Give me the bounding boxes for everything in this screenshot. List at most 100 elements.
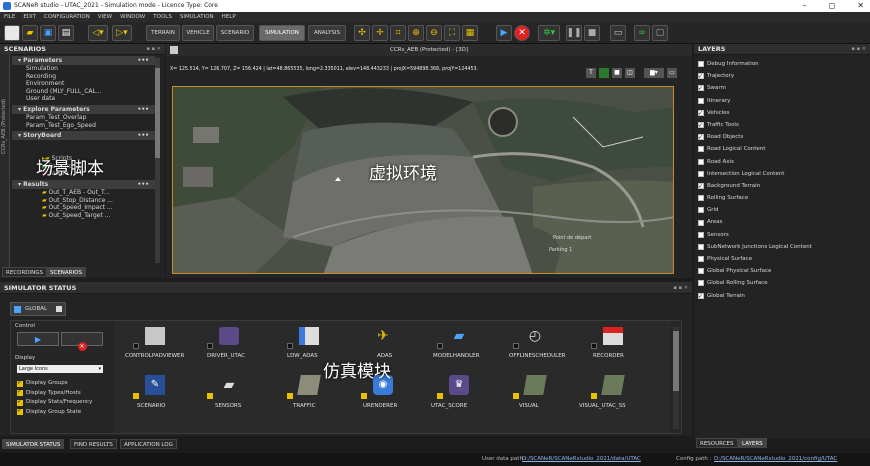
- menu-view[interactable]: VIEW: [98, 12, 112, 22]
- layer-areas[interactable]: Areas: [694, 216, 870, 228]
- layer-checkbox[interactable]: [698, 170, 704, 177]
- camera-view-icon[interactable]: ▆▾: [644, 68, 664, 78]
- tree-item[interactable]: Param_Test_Ego_Speed: [12, 122, 155, 130]
- scenario-side-tab[interactable]: CCRs_AEB (Protected): [0, 54, 10, 268]
- tree-item-result[interactable]: ▰ Out_Speed_Target ...: [12, 212, 155, 220]
- visual-terrain-icon[interactable]: [523, 375, 547, 395]
- layer-checkbox[interactable]: [698, 291, 704, 303]
- module-status-box[interactable]: [287, 393, 293, 399]
- zoom-extent-icon[interactable]: ⛶: [444, 25, 460, 41]
- more-icon[interactable]: •••: [137, 180, 149, 189]
- scenario-scrollbar[interactable]: [155, 58, 160, 263]
- visual-utac-icon[interactable]: [601, 375, 625, 395]
- layer-checkbox[interactable]: [698, 243, 704, 250]
- panel-controls-icon[interactable]: ▪ ▪ ✕: [674, 282, 688, 294]
- mode-analysis-button[interactable]: ANALYSIS: [308, 25, 346, 41]
- layer-checkbox[interactable]: [698, 61, 704, 68]
- more-icon[interactable]: •••: [137, 131, 149, 140]
- monitor-icon[interactable]: ▭: [610, 25, 626, 41]
- module-status-box[interactable]: [287, 343, 293, 349]
- layer-checkbox[interactable]: [698, 219, 704, 226]
- layer-traffic-tools[interactable]: Traffic Tools: [694, 119, 870, 132]
- module-status-box[interactable]: [133, 393, 139, 399]
- ldw-adas-icon[interactable]: [299, 327, 319, 345]
- layer-background-terrain[interactable]: Background Terrain: [694, 180, 870, 193]
- module-status-box[interactable]: [513, 343, 519, 349]
- mode-simulation-button[interactable]: SIMULATION: [259, 25, 305, 41]
- mode-terrain-button[interactable]: TERRAIN: [146, 25, 180, 41]
- layer-checkbox[interactable]: [698, 108, 704, 120]
- text-tool-icon[interactable]: T: [586, 68, 596, 78]
- tab-simulator-status[interactable]: SIMULATOR STATUS: [2, 439, 65, 449]
- layer-global-terrain[interactable]: Global Terrain: [694, 290, 870, 303]
- option-display-group-state[interactable]: Display Group State: [17, 406, 92, 418]
- driver-icon[interactable]: [219, 327, 239, 345]
- panel-controls-icon[interactable]: ▪ ▪ ✕: [147, 44, 161, 54]
- zoom-out-icon[interactable]: ⊖: [426, 25, 442, 41]
- layer-checkbox[interactable]: [698, 71, 704, 83]
- layer-checkbox[interactable]: [698, 268, 704, 275]
- maximize-button[interactable]: ◻: [829, 0, 836, 12]
- layer-vehicles[interactable]: Vehicles: [694, 107, 870, 120]
- tree-item-result[interactable]: ▰ Out_T_AEB - Out_T...: [12, 189, 155, 197]
- module-scrollbar[interactable]: [673, 327, 679, 429]
- tab-global[interactable]: GLOBAL: [10, 302, 66, 316]
- layer-sensors[interactable]: Sensors: [694, 229, 870, 241]
- layer-checkbox[interactable]: [698, 231, 704, 238]
- menu-tools[interactable]: TOOLS: [153, 12, 172, 22]
- tree-item[interactable]: Ground (MLY_FULL_CAL...: [12, 88, 155, 96]
- new-file-icon[interactable]: [4, 25, 20, 41]
- play-icon[interactable]: ▶: [496, 25, 512, 41]
- link-icon[interactable]: ∞: [634, 25, 650, 41]
- tree-item[interactable]: Param_Test_Overlap: [12, 114, 155, 122]
- layer-road-axis[interactable]: Road Axis: [694, 156, 870, 168]
- section-storyboard[interactable]: ▾ StoryBoard •••: [12, 131, 155, 141]
- layer-intersection-logical-content[interactable]: Intersection Logical Content: [694, 168, 870, 180]
- record-icon[interactable]: ▢: [652, 25, 668, 41]
- scenario-doc-icon[interactable]: ✎: [145, 375, 165, 395]
- layer-checkbox[interactable]: [698, 256, 704, 263]
- panel-controls-icon[interactable]: ▪ ▪ ✕: [852, 44, 866, 54]
- minimize-button[interactable]: –: [803, 0, 807, 12]
- layer-grid[interactable]: Grid: [694, 204, 870, 216]
- tree-item-result[interactable]: ▰ Out_Stop_Distance ...: [12, 197, 155, 205]
- layers-tool-icon[interactable]: ◫: [625, 68, 635, 78]
- tree-item[interactable]: Recording: [12, 73, 155, 81]
- section-explore[interactable]: ▾ Explore Parameters •••: [12, 104, 155, 114]
- 3d-view[interactable]: Point de départ Parking 1 虚拟环境: [172, 86, 674, 274]
- menu-window[interactable]: WINDOW: [120, 12, 145, 22]
- layer-checkbox[interactable]: [698, 280, 704, 287]
- option-checkbox[interactable]: [17, 387, 23, 397]
- tab-layers[interactable]: LAYERS: [738, 438, 767, 448]
- save-icon[interactable]: ▣: [40, 25, 56, 41]
- car-model-icon[interactable]: ▰: [449, 327, 469, 345]
- scrollbar-thumb[interactable]: [673, 331, 679, 391]
- module-status-box[interactable]: [361, 393, 367, 399]
- mode-vehicle-button[interactable]: VEHICLE: [182, 25, 214, 41]
- option-checkbox[interactable]: [17, 397, 23, 406]
- sensors-car-icon[interactable]: ▰: [219, 375, 239, 395]
- tab-find-results[interactable]: FIND RESULTS: [70, 439, 117, 449]
- zoom-in-icon[interactable]: ⊕: [408, 25, 424, 41]
- open-folder-icon[interactable]: ▰: [22, 25, 38, 41]
- module-status-box[interactable]: [437, 343, 443, 349]
- car-view-icon[interactable]: ▭: [667, 68, 677, 78]
- undo-icon[interactable]: ◁▾: [88, 25, 108, 41]
- settings-gear-icon[interactable]: ✲▾: [538, 25, 560, 41]
- layer-checkbox[interactable]: [698, 83, 704, 96]
- layer-checkbox[interactable]: [698, 132, 704, 144]
- layer-road-logical-content[interactable]: Road Logical Content: [694, 143, 870, 155]
- option-display-types[interactable]: Display Types/Hosts: [17, 387, 92, 399]
- tree-item[interactable]: User data: [12, 95, 155, 103]
- layer-checkbox[interactable]: [698, 120, 704, 132]
- menu-configuration[interactable]: CONFIGURATION: [44, 12, 90, 22]
- tab-resources[interactable]: RESOURCES: [696, 438, 738, 448]
- green-view-icon[interactable]: [599, 68, 609, 78]
- document-icon[interactable]: ▤: [58, 25, 74, 41]
- module-status-box[interactable]: [591, 343, 597, 349]
- stopwatch-icon[interactable]: ◴: [525, 327, 545, 345]
- layer-checkbox[interactable]: [698, 97, 704, 104]
- stop-icon[interactable]: ✕: [514, 25, 530, 41]
- layer-swarm[interactable]: Swarm: [694, 82, 870, 96]
- layer-checkbox[interactable]: [698, 207, 704, 214]
